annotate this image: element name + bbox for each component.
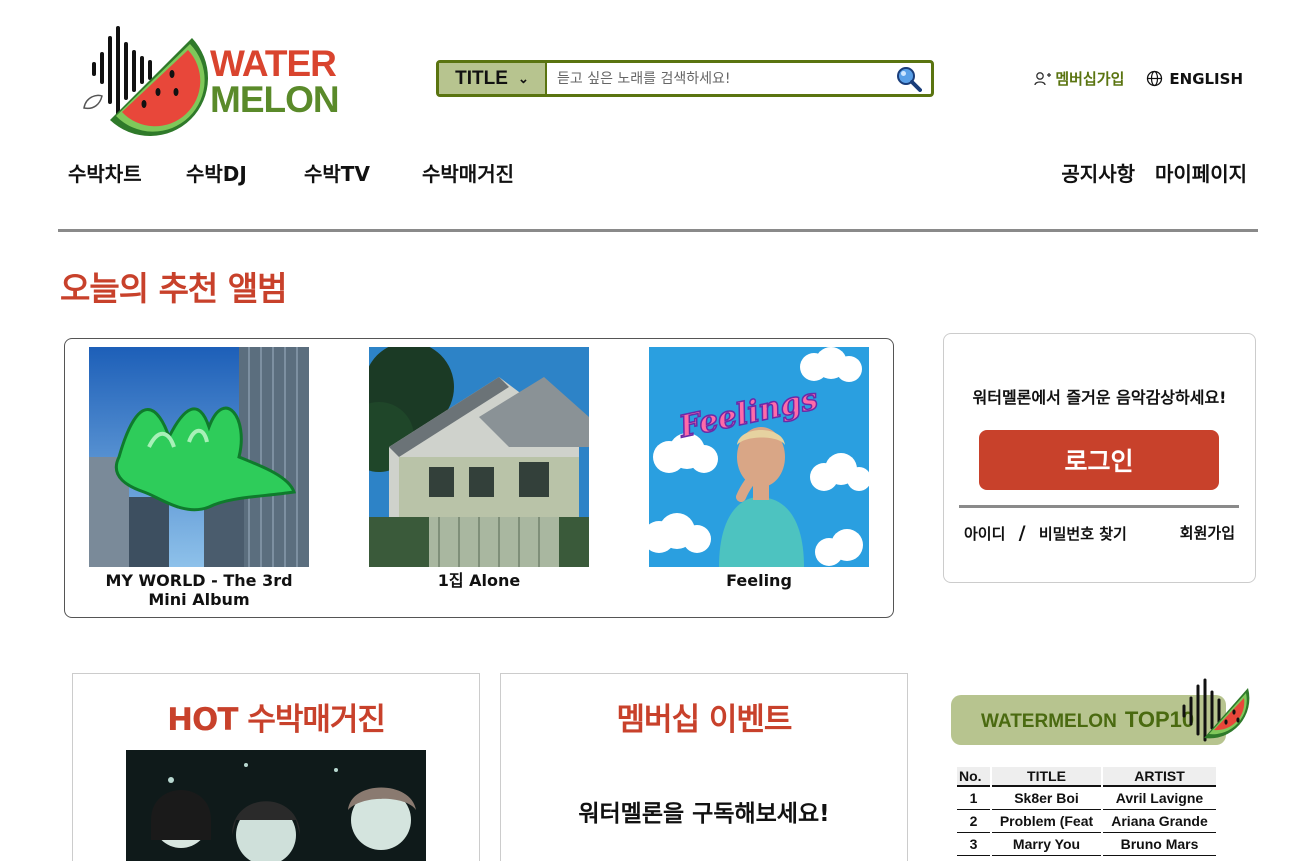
album-title: MY WORLD - The 3rd Mini Album [105, 571, 293, 609]
main-nav: 수박차트 수박DJ 수박TV 수박매거진 [68, 158, 514, 187]
secondary-nav: 공지사항 마이페이지 [1061, 158, 1247, 187]
brand-wordmark: WATER MELON [210, 43, 340, 120]
table-row[interactable]: 3 Marry You Bruno Mars [957, 833, 1216, 856]
table-row[interactable]: 1 Sk8er Boi Avril Lavigne [957, 787, 1216, 810]
login-button[interactable]: 로그인 [979, 430, 1219, 490]
column-header-no: No. [957, 767, 990, 787]
section-title: 오늘의 추천 앨범 [60, 269, 287, 308]
search-type-label: TITLE [455, 67, 508, 89]
find-id-link[interactable]: 아이디 [964, 525, 1005, 543]
nav-item-tv[interactable]: 수박TV [304, 158, 422, 187]
login-divider [959, 505, 1239, 508]
magazine-image[interactable] [126, 750, 426, 861]
magazine-panel: HOT 수박매거진 [72, 673, 480, 861]
top10-table: No. TITLE ARTIST 1 Sk8er Boi Avril Lavig… [955, 767, 1218, 856]
nav-item-magazine[interactable]: 수박매거진 [422, 158, 514, 187]
album-card[interactable]: Feelings Feeling [649, 347, 869, 590]
membership-link[interactable]: 멤버십가입 [1034, 68, 1124, 89]
artist-cell: Ariana Grande [1103, 810, 1216, 833]
album-card[interactable]: MY WORLD - The 3rd Mini Album [89, 347, 309, 609]
rank-cell: 3 [957, 833, 990, 856]
top10-label: WATERMELON TOP10 [981, 707, 1194, 733]
membership-link-label: 멤버십가입 [1055, 70, 1125, 88]
column-header-artist: ARTIST [1103, 767, 1216, 787]
title-cell: Sk8er Boi [992, 787, 1101, 810]
album-title: Feeling [726, 571, 792, 590]
find-password-link[interactable]: 비밀번호 찾기 [1039, 525, 1127, 543]
table-row[interactable]: 2 Problem (Feat Ariana Grande [957, 810, 1216, 833]
watermelon-logo-icon [83, 26, 209, 137]
album-title: 1집 Alone [437, 571, 521, 590]
album-cover [369, 347, 589, 567]
rank-cell: 1 [957, 787, 990, 810]
top10-label-brand: WATERMELON [981, 711, 1117, 732]
nav-item-mypage[interactable]: 마이페이지 [1155, 158, 1247, 187]
nav-item-dj[interactable]: 수박DJ [186, 158, 304, 187]
nav-item-notice[interactable]: 공지사항 [1061, 158, 1135, 187]
globe-icon [1147, 70, 1163, 87]
watermelon-icon [1182, 678, 1250, 742]
search-type-select[interactable]: TITLE ⌄ [439, 63, 547, 94]
language-link-label: ENGLISH [1169, 69, 1243, 88]
header-divider [58, 229, 1258, 232]
rank-cell: 2 [957, 810, 990, 833]
login-welcome-text: 워터멜론에서 즐거운 음악감상하세요! [972, 388, 1227, 407]
search-bar: TITLE ⌄ [436, 60, 934, 97]
search-input[interactable] [547, 63, 887, 94]
nav-item-chart[interactable]: 수박차트 [68, 158, 186, 187]
chevron-down-icon: ⌄ [517, 70, 529, 86]
magazine-title: HOT 수박매거진 [167, 702, 386, 738]
link-separator: / [1018, 522, 1026, 544]
search-icon [897, 66, 922, 92]
column-header-title: TITLE [992, 767, 1101, 787]
membership-event-panel[interactable]: 멤버십 이벤트 워터멜론을 구독해보세요! [500, 673, 908, 861]
title-cell: Problem (Feat [992, 810, 1101, 833]
language-link[interactable]: ENGLISH [1146, 70, 1243, 88]
brand-line-2: MELON [210, 79, 340, 120]
event-title: 멤버십 이벤트 [616, 702, 793, 738]
artist-cell: Bruno Mars [1103, 833, 1216, 856]
title-cell: Marry You [992, 833, 1101, 856]
artist-cell: Avril Lavigne [1103, 787, 1216, 810]
event-subtitle: 워터멜론을 구독해보세요! [578, 801, 830, 827]
signup-link[interactable]: 회원가입 [1180, 522, 1235, 544]
login-links: 아이디 / 비밀번호 찾기 회원가입 [964, 522, 1235, 544]
add-user-icon [1034, 71, 1052, 85]
album-list: MY WORLD - The 3rd Mini Album 1집 Alone F… [64, 338, 894, 618]
login-panel: 워터멜론에서 즐거운 음악감상하세요! 로그인 아이디 / 비밀번호 찾기 회원… [943, 333, 1256, 583]
site-logo[interactable]: WATER MELON [80, 24, 340, 137]
search-button[interactable] [887, 63, 931, 94]
album-card[interactable]: 1집 Alone [369, 347, 589, 590]
album-cover [89, 347, 309, 567]
album-cover: Feelings [649, 347, 869, 567]
brand-line-1: WATER [210, 43, 337, 84]
top-links: 멤버십가입 ENGLISH [1034, 68, 1243, 89]
